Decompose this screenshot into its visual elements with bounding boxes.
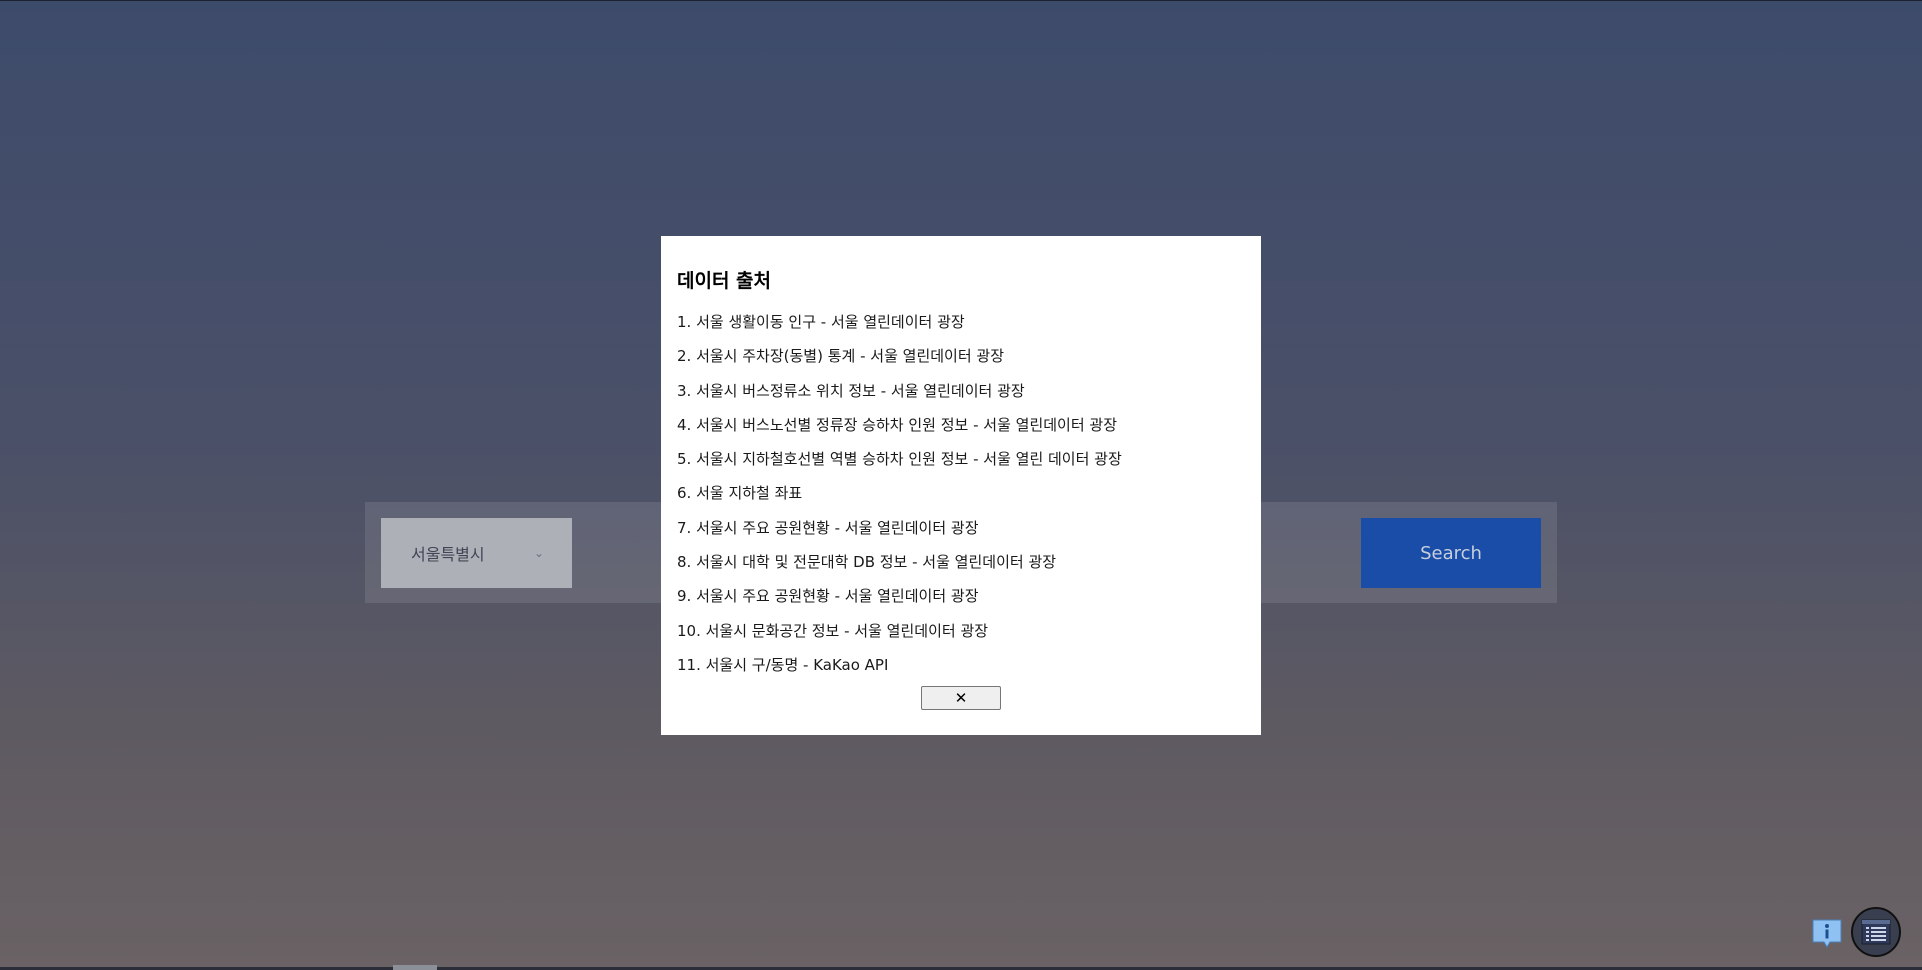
- modal-title: 데이터 출처: [677, 270, 772, 292]
- source-item: 1. 서울 생활이동 인구 - 서울 열린데이터 광장: [677, 313, 965, 331]
- info-button[interactable]: [1811, 917, 1843, 949]
- region-select[interactable]: 서울특별시 ⌄: [381, 518, 572, 588]
- top-border: [0, 0, 1922, 1]
- source-item: 2. 서울시 주차장(동별) 통계 - 서울 열린데이터 광장: [677, 347, 1005, 366]
- bottom-tab-indicator: [393, 965, 437, 970]
- source-item: 6. 서울 지하철 좌표: [677, 484, 803, 503]
- chevron-down-icon: ⌄: [533, 546, 544, 560]
- source-item: 7. 서울시 주요 공원현황 - 서울 열린데이터 광장: [677, 518, 979, 537]
- close-button[interactable]: ✕: [921, 686, 1001, 710]
- source-item: 3. 서울시 버스정류소 위치 정보 - 서울 열린데이터 광장: [677, 381, 1025, 400]
- info-icon: [1812, 919, 1842, 948]
- data-source-modal: 데이터 출처 1. 서울 생활이동 인구 - 서울 열린데이터 광장 2. 서울…: [661, 236, 1261, 735]
- source-item: 9. 서울시 주요 공원현황 - 서울 열린데이터 광장: [677, 587, 979, 606]
- source-item: 5. 서울시 지하철호선별 역별 승하차 인원 정보 - 서울 열린 데이터 광…: [677, 450, 1122, 469]
- search-button[interactable]: Search: [1361, 518, 1541, 588]
- close-icon: ✕: [954, 689, 968, 707]
- region-select-value: 서울특별시: [411, 545, 485, 564]
- source-item: 4. 서울시 버스노선별 정류장 승하차 인원 정보 - 서울 열린데이터 광장: [677, 415, 1118, 434]
- list-icon: [1861, 919, 1891, 945]
- source-item: 8. 서울시 대학 및 전문대학 DB 정보 - 서울 열린데이터 광장: [677, 553, 1057, 572]
- source-item: 11. 서울시 구/동명 - KaKao API: [677, 655, 889, 674]
- source-list: 1. 서울 생활이동 인구 - 서울 열린데이터 광장 2. 서울시 주차장(동…: [677, 305, 1245, 682]
- list-button[interactable]: [1851, 907, 1901, 957]
- source-item: 10. 서울시 문화공간 정보 - 서울 열린데이터 광장: [677, 621, 989, 640]
